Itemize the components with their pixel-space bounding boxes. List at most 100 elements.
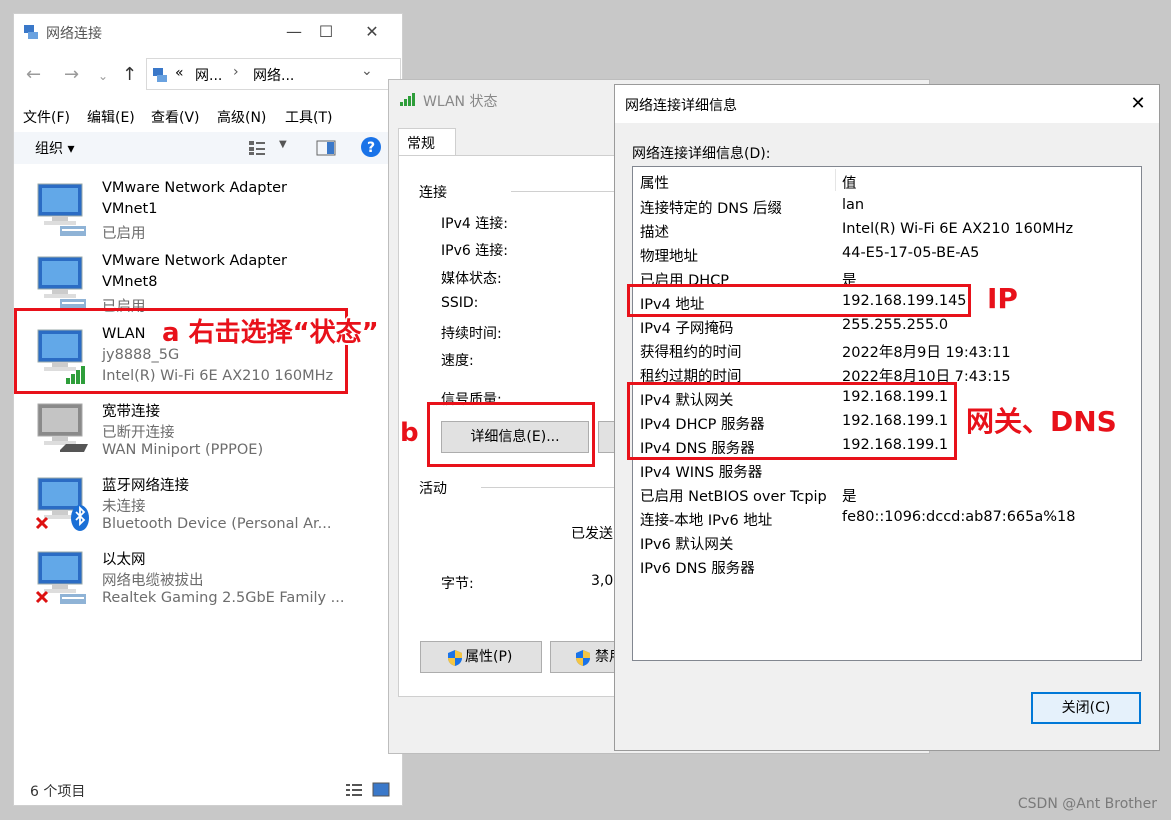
tiles-view-icon[interactable] — [372, 782, 390, 798]
details-view-icon[interactable] — [345, 782, 363, 798]
close-button[interactable]: ✕ — [352, 20, 392, 44]
list-item[interactable]: 蓝牙网络连接 未连接 Bluetooth Device (Personal Ar… — [14, 470, 384, 542]
connection-status: 已断开连接 — [102, 425, 175, 441]
annotation-ip: IP — [987, 282, 1018, 315]
shield-icon — [448, 650, 462, 666]
breadcrumb-overflow[interactable]: « — [175, 65, 184, 81]
details-button-highlight-box — [427, 402, 595, 467]
properties-button[interactable]: 属性(P) — [420, 641, 542, 673]
connection-name: VMware Network Adapter — [102, 253, 288, 269]
value-cell: fe80::1096:dccd:ab87:665a%18 — [842, 509, 1076, 525]
value-cell: 255.255.255.0 — [842, 317, 949, 333]
connection-status: 网络电缆被拔出 — [102, 573, 204, 589]
view-options-icon[interactable] — [248, 140, 266, 156]
connection-device: VMnet1 — [102, 201, 158, 217]
network-connections-icon — [24, 25, 38, 39]
close-icon[interactable]: ✕ — [1123, 91, 1153, 117]
column-value[interactable]: 值 — [842, 172, 857, 193]
bluetooth-icon — [35, 477, 89, 531]
broadband-icon — [37, 403, 88, 452]
forward-arrow-icon[interactable]: → — [64, 64, 79, 85]
breadcrumb-separator: › — [233, 64, 239, 80]
ipv6-connectivity-label: IPv6 连接: — [441, 243, 508, 259]
window-title: 网络连接详细信息 — [625, 98, 737, 114]
list-item[interactable]: 宽带连接 已断开连接 WAN Miniport (PPPOE) — [14, 396, 384, 468]
value-cell: lan — [842, 197, 865, 213]
connection-status: 未连接 — [102, 499, 146, 515]
address-bar: ← → ⌄ ↑ « 网... › 网络... ⌄ — [14, 58, 402, 92]
property-cell: 物理地址 — [640, 249, 698, 265]
column-divider[interactable] — [835, 169, 836, 191]
connection-name: 以太网 — [102, 552, 146, 568]
address-dropdown-icon[interactable]: ⌄ — [361, 63, 373, 79]
address-box[interactable]: « 网... › 网络... ⌄ — [146, 58, 401, 90]
item-count: 6 个项目 — [30, 784, 86, 800]
ethernet-icon — [35, 551, 86, 604]
connection-section-header: 连接 — [419, 185, 447, 201]
breadcrumb-item[interactable]: 网... — [195, 65, 222, 85]
breadcrumb-item[interactable]: 网络... — [253, 65, 294, 85]
svg-text:?: ? — [367, 140, 375, 156]
up-arrow-icon[interactable]: ↑ — [122, 64, 137, 85]
menu-tools[interactable]: 工具(T) — [285, 107, 332, 127]
list-item[interactable]: 以太网 网络电缆被拔出 Realtek Gaming 2.5GbE Family… — [14, 544, 384, 616]
section-divider — [481, 487, 631, 488]
network-connections-window: 网络连接 — ☐ ✕ ← → ⌄ ↑ « 网... › 网络... ⌄ 文件(F… — [13, 13, 403, 806]
ssid-label: SSID: — [441, 295, 479, 311]
table-row[interactable]: 连接-本地 IPv6 地址 fe80::1096:dccd:ab87:665a%1… — [633, 507, 1141, 531]
properties-label: 属性(P) — [465, 649, 513, 665]
menu-file[interactable]: 文件(F) — [23, 107, 70, 127]
table-row[interactable]: IPv4 子网掩码 255.255.255.0 — [633, 315, 1141, 339]
table-row[interactable]: 获得租约的时间 2022年8月9日 19:43:11 — [633, 339, 1141, 363]
connection-device: VMnet8 — [102, 274, 158, 290]
organize-button[interactable]: 组织 ▾ — [35, 138, 74, 158]
media-state-label: 媒体状态: — [441, 271, 502, 287]
help-icon[interactable]: ? — [360, 136, 382, 158]
title-bar[interactable]: 网络连接 — ☐ ✕ — [14, 14, 402, 50]
column-property[interactable]: 属性 — [640, 172, 669, 193]
close-button[interactable]: 关闭(C) — [1031, 692, 1141, 724]
property-cell: 连接特定的 DNS 后缀 — [640, 201, 782, 217]
preview-pane-icon[interactable] — [316, 140, 336, 156]
value-cell: Intel(R) Wi-Fi 6E AX210 160MHz — [842, 221, 1074, 237]
table-row[interactable]: 连接特定的 DNS 后缀 lan — [633, 195, 1141, 219]
tab-general[interactable]: 常规 — [398, 128, 456, 156]
activity-section-header: 活动 — [419, 481, 447, 497]
table-row[interactable]: IPv4 WINS 服务器 — [633, 459, 1141, 483]
connection-device: WAN Miniport (PPPOE) — [102, 442, 264, 458]
menu-advanced[interactable]: 高级(N) — [217, 107, 266, 127]
view-dropdown-icon[interactable]: ▼ — [279, 139, 287, 150]
property-cell: 已启用 NetBIOS over Tcpip — [640, 489, 827, 505]
property-cell: IPv6 默认网关 — [640, 537, 734, 553]
duration-label: 持续时间: — [441, 326, 502, 342]
network-folder-icon — [153, 68, 167, 82]
table-row[interactable]: 已启用 NetBIOS over Tcpip 是 — [633, 483, 1141, 507]
sent-label: 已发送 — [571, 526, 613, 542]
property-cell: 连接-本地 IPv6 地址 — [640, 513, 773, 529]
bytes-label: 字节: — [441, 576, 474, 592]
annotation-gateway-dns: 网关、DNS — [966, 405, 1117, 438]
annotation-b: b — [400, 418, 419, 448]
network-adapter-icon — [37, 183, 86, 236]
table-row[interactable]: IPv6 DNS 服务器 — [633, 555, 1141, 579]
details-list-label: 网络连接详细信息(D): — [632, 146, 771, 162]
gateway-dns-highlight-box — [627, 382, 957, 460]
connection-status: 已启用 — [102, 226, 146, 242]
table-row[interactable]: 物理地址 44-E5-17-05-BE-A5 — [633, 243, 1141, 267]
watermark: CSDN @Ant Brother — [1017, 796, 1157, 812]
list-item[interactable]: VMware Network Adapter VMnet1 已启用 — [14, 176, 384, 248]
vertical-scrollbar[interactable] — [1124, 167, 1141, 660]
connection-device: Bluetooth Device (Personal Ar... — [102, 516, 332, 532]
menu-edit[interactable]: 编辑(E) — [87, 107, 135, 127]
table-row[interactable]: IPv6 默认网关 — [633, 531, 1141, 555]
value-cell: 是 — [842, 489, 857, 505]
maximize-button[interactable]: ☐ — [306, 20, 346, 44]
table-row[interactable]: 描述 Intel(R) Wi-Fi 6E AX210 160MHz — [633, 219, 1141, 243]
property-cell: IPv4 子网掩码 — [640, 321, 734, 337]
menu-view[interactable]: 查看(V) — [151, 107, 200, 127]
window-title: WLAN 状态 — [423, 94, 498, 110]
recent-chevron-icon[interactable]: ⌄ — [98, 69, 108, 83]
title-bar[interactable]: 网络连接详细信息 ✕ — [615, 85, 1159, 123]
connection-device: Realtek Gaming 2.5GbE Family ... — [102, 590, 345, 606]
back-arrow-icon[interactable]: ← — [26, 64, 41, 85]
